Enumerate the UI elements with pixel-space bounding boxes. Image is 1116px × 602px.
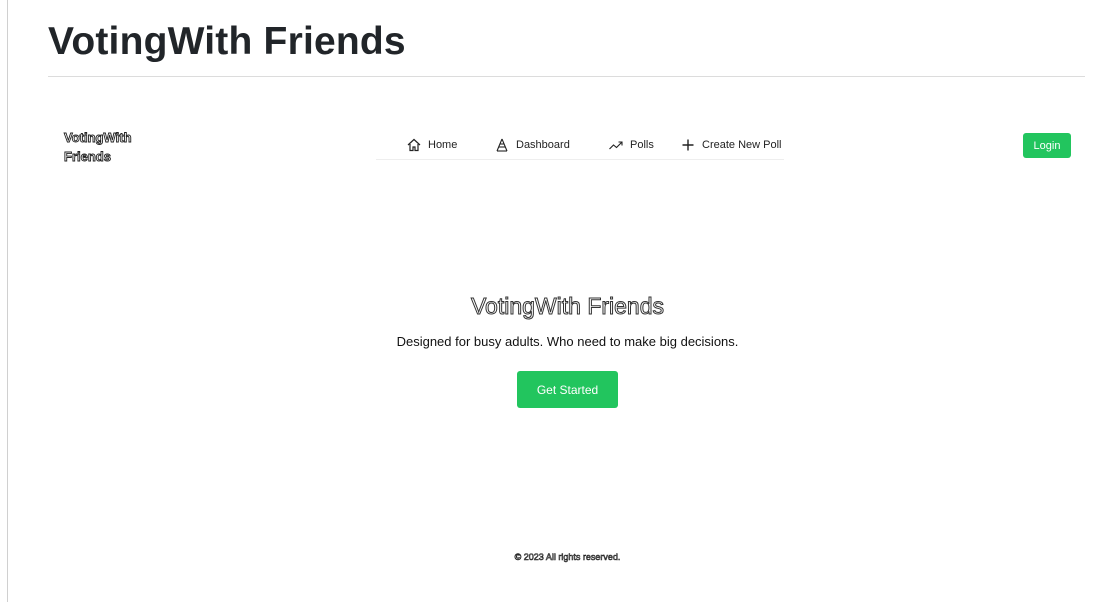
nav-item-polls[interactable]: Polls [608, 136, 654, 154]
nav-item-home-label: Home [428, 139, 458, 151]
home-icon [406, 137, 422, 153]
page-frame: VotingWith Friends VotingWith Friends Ho… [0, 0, 1116, 602]
main-navigation: Home Dashboard Polls Create New Poll [376, 128, 784, 160]
hero-title: VotingWith Friends [470, 293, 665, 320]
polls-icon [608, 137, 624, 153]
dashboard-icon [494, 137, 510, 153]
page-title: VotingWith Friends [48, 20, 406, 63]
plus-icon [680, 137, 696, 153]
nav-item-polls-label: Polls [630, 139, 654, 151]
nav-item-home[interactable]: Home [406, 136, 457, 154]
hero-subtitle: Designed for busy adults. Who need to ma… [396, 334, 739, 349]
get-started-button[interactable]: Get Started [517, 371, 618, 408]
nav-item-dashboard[interactable]: Dashboard [494, 136, 570, 154]
nav-item-dashboard-label: Dashboard [516, 139, 570, 151]
nav-item-create-new-poll-label: Create New Poll [702, 139, 782, 151]
footer-copyright: © 2023 All rights reserved. [514, 552, 621, 563]
nav-item-create-new-poll[interactable]: Create New Poll [680, 136, 781, 154]
login-button[interactable]: Login [1023, 133, 1071, 158]
title-divider [48, 76, 1085, 77]
navbar-brand[interactable]: VotingWith Friends [64, 128, 154, 166]
